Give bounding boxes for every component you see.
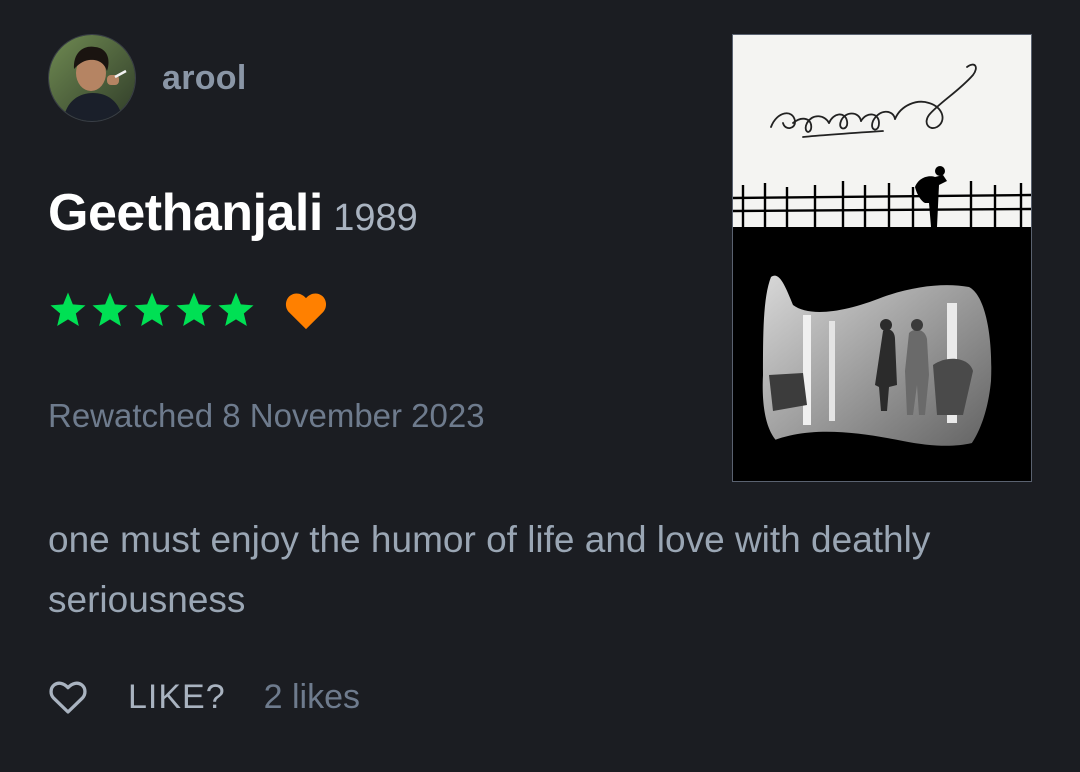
star-icon — [176, 292, 212, 326]
rating-row — [48, 290, 328, 330]
film-year[interactable]: 1989 — [333, 197, 418, 239]
likes-count[interactable]: 2 likes — [264, 678, 360, 717]
star-rating — [48, 290, 258, 330]
heart-icon — [285, 293, 327, 330]
film-heading: Geethanjali 1989 — [48, 183, 418, 243]
film-title[interactable]: Geethanjali — [48, 184, 323, 242]
heart-outline-icon[interactable] — [48, 679, 88, 715]
star-icon — [218, 292, 254, 326]
film-poster[interactable] — [732, 34, 1032, 482]
star-icon — [50, 292, 86, 326]
star-icon — [134, 292, 170, 326]
review-header: arool — [48, 34, 247, 122]
username[interactable]: arool — [162, 59, 247, 98]
watched-date: Rewatched 8 November 2023 — [48, 397, 485, 434]
star-icon — [92, 292, 128, 326]
like-bar: LIKE? 2 likes — [48, 672, 360, 722]
avatar[interactable] — [48, 34, 136, 122]
review-body: one must enjoy the humor of life and lov… — [48, 519, 931, 620]
like-button[interactable]: LIKE? — [128, 678, 226, 717]
